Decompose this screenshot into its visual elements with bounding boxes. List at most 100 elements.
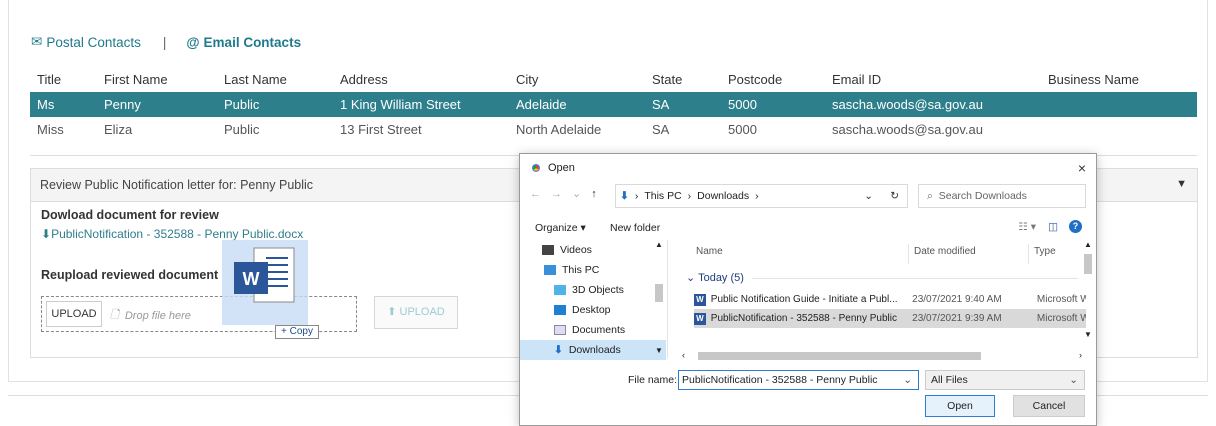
col-date-modified[interactable]: Date modified: [914, 246, 976, 257]
nav-item-videos[interactable]: Videos: [520, 240, 666, 260]
col-title[interactable]: Title: [30, 66, 97, 92]
chrome-icon: [530, 162, 542, 174]
file-name-input[interactable]: PublicNotification - 352588 - Penny Publ…: [678, 370, 919, 390]
download-link[interactable]: ⬇PublicNotification - 352588 - Penny Pub…: [41, 227, 303, 241]
cell: SA: [652, 122, 670, 137]
tab-label: Postal Contacts: [46, 34, 141, 50]
column-divider[interactable]: [1028, 244, 1029, 264]
organize-menu[interactable]: Organize ▾: [535, 222, 586, 234]
file-type-select[interactable]: All Files ⌄: [925, 370, 1085, 390]
nav-item-this-pc[interactable]: This PC: [520, 260, 666, 280]
scroll-down-icon[interactable]: ▼: [655, 346, 663, 355]
nav-label: 3D Objects: [572, 284, 624, 296]
table-row[interactable]: Ms Penny Public 1 King William Street Ad…: [30, 92, 1197, 117]
nav-buttons: ← → ⌄ ↑: [530, 187, 597, 201]
col-first-name[interactable]: First Name: [97, 66, 217, 92]
cell: Ms: [30, 92, 97, 117]
file-date: 23/07/2021 9:40 AM: [912, 294, 1002, 305]
breadcrumb-this-pc[interactable]: This PC: [644, 190, 681, 202]
file-type-value: All Files: [931, 374, 968, 386]
col-name[interactable]: Name: [696, 246, 723, 257]
scroll-thumb[interactable]: [655, 284, 663, 302]
copy-tooltip: + Copy: [275, 325, 319, 339]
close-icon[interactable]: ×: [1078, 160, 1086, 176]
cancel-button[interactable]: Cancel: [1013, 395, 1085, 417]
drop-placeholder: Drop file here: [124, 309, 191, 322]
new-folder-button[interactable]: New folder: [610, 222, 660, 234]
file-list-scrollbar[interactable]: ▲ ▼: [1082, 240, 1094, 340]
nav-label: Downloads: [568, 344, 621, 356]
up-arrow-icon[interactable]: ↑: [591, 188, 597, 200]
scroll-left-icon[interactable]: ‹: [682, 350, 685, 360]
address-dropdown-icon[interactable]: ⌄: [864, 190, 873, 202]
scroll-thumb[interactable]: [698, 352, 981, 360]
submit-upload-button[interactable]: ⬆ UPLOAD: [374, 296, 458, 329]
col-address[interactable]: Address: [333, 66, 509, 92]
address-bar[interactable]: ⬇ › This PC › Downloads › ⌄ ↻: [615, 184, 908, 208]
col-state[interactable]: State: [645, 66, 721, 92]
col-postcode[interactable]: Postcode: [721, 66, 825, 92]
col-email[interactable]: Email ID: [825, 66, 1041, 92]
scroll-thumb[interactable]: [1084, 254, 1092, 274]
cell: 5000: [721, 92, 825, 117]
col-business-name[interactable]: Business Name: [1041, 66, 1197, 92]
view-options-icon[interactable]: ☷ ▾: [1018, 221, 1036, 233]
scroll-up-icon[interactable]: ▲: [1084, 240, 1092, 249]
upload-button[interactable]: UPLOAD: [46, 301, 102, 327]
tab-postal-contacts[interactable]: ✉ Postal Contacts: [31, 34, 141, 50]
file-date: 23/07/2021 9:39 AM: [912, 313, 1002, 324]
computer-icon: [544, 265, 556, 275]
nav-item-3d-objects[interactable]: 3D Objects: [520, 280, 666, 300]
dialog-toolbar: Organize ▾ New folder ☷ ▾ ◫ ?: [520, 215, 1096, 239]
tab-separator: |: [162, 34, 167, 50]
preview-pane-icon[interactable]: ◫: [1048, 221, 1058, 233]
scroll-up-icon[interactable]: ▲: [655, 240, 663, 249]
refresh-icon[interactable]: ↻: [890, 190, 899, 202]
nav-label: This PC: [562, 264, 600, 276]
horizontal-scrollbar[interactable]: ‹ ›: [680, 350, 1084, 362]
cell: Public: [217, 92, 333, 117]
word-document-icon: W: [234, 247, 295, 303]
file-row[interactable]: W Public Notification Guide - Initiate a…: [694, 290, 1086, 309]
table-row[interactable]: Miss Eliza Public 13 First Street North …: [30, 117, 1197, 142]
nav-item-documents[interactable]: Documents: [520, 320, 666, 340]
tab-label: Email Contacts: [203, 34, 302, 50]
upload-icon: ⬆: [387, 306, 397, 318]
open-button[interactable]: Open: [925, 395, 995, 417]
word-letter: W: [243, 269, 260, 289]
recent-chevron-icon[interactable]: ⌄: [572, 187, 581, 200]
breadcrumb-downloads[interactable]: Downloads: [697, 190, 749, 202]
tab-email-contacts[interactable]: @ Email Contacts: [186, 35, 301, 50]
3d-objects-icon: [554, 285, 566, 295]
group-label: Today (5): [698, 272, 744, 284]
chevron-down-icon: ⌄: [1069, 374, 1078, 386]
scroll-right-icon[interactable]: ›: [1079, 350, 1082, 360]
reupload-label: Reupload reviewed document: [41, 268, 219, 282]
chevron-down-icon: ⌄: [686, 272, 696, 284]
help-icon[interactable]: ?: [1069, 220, 1082, 233]
file-add-icon: 🗋: [110, 309, 119, 321]
cell: sascha.woods@sa.gov.au: [825, 92, 1041, 117]
scroll-down-icon[interactable]: ▼: [1084, 330, 1092, 339]
drop-hint: 🗋 Drop file here: [110, 306, 191, 325]
group-divider: [752, 278, 1078, 279]
search-input[interactable]: ⌕ Search Downloads: [918, 184, 1086, 208]
file-name: Public Notification Guide - Initiate a P…: [710, 294, 898, 305]
nav-label: Desktop: [572, 304, 611, 316]
nav-item-downloads[interactable]: ⬇ Downloads: [520, 340, 666, 360]
forward-arrow-icon[interactable]: →: [551, 188, 562, 200]
chevron-down-icon[interactable]: ⌄: [903, 371, 912, 389]
file-row-selected[interactable]: W PublicNotification - 352588 - Penny Pu…: [694, 309, 1086, 328]
col-type[interactable]: Type: [1034, 246, 1056, 257]
nav-item-desktop[interactable]: Desktop: [520, 300, 666, 320]
download-icon: ⬇: [41, 227, 52, 241]
back-arrow-icon[interactable]: ←: [530, 188, 541, 200]
documents-icon: [554, 325, 566, 335]
group-header[interactable]: ⌄ Today (5): [686, 271, 744, 284]
column-divider[interactable]: [908, 244, 909, 264]
chevron-down-icon[interactable]: ▼: [1176, 178, 1187, 190]
review-title: Review Public Notification letter for: P…: [40, 178, 314, 192]
col-last-name[interactable]: Last Name: [217, 66, 333, 92]
nav-scrollbar[interactable]: ▲ ▼: [653, 240, 665, 358]
col-city[interactable]: City: [509, 66, 645, 92]
